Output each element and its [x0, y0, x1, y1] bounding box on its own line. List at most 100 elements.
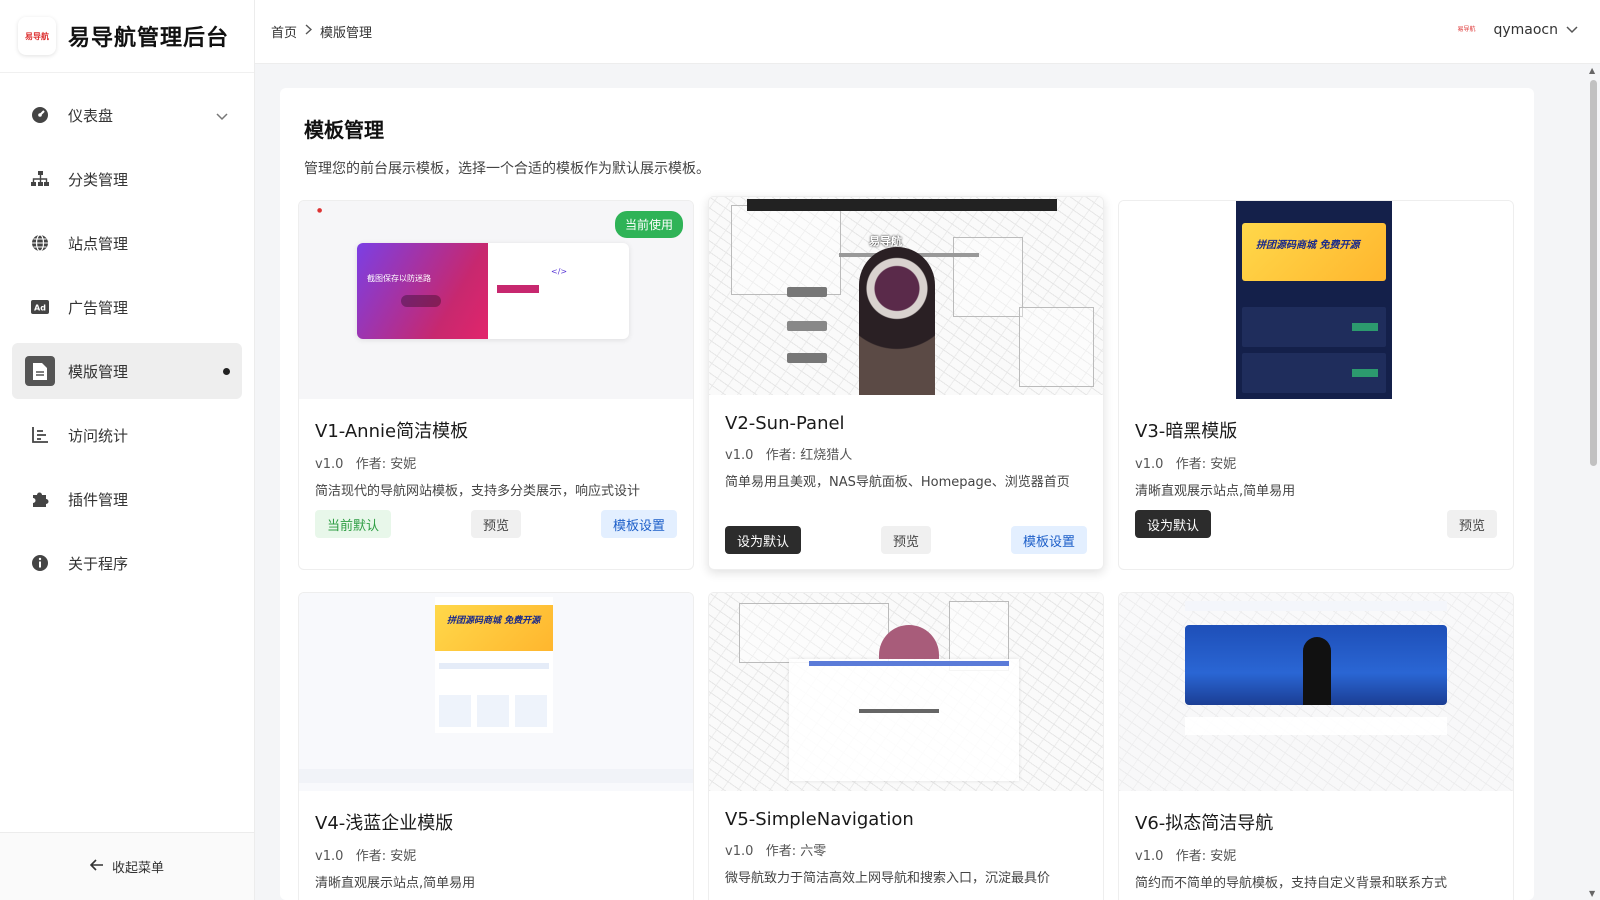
sidebar-item-label: 模版管理: [68, 362, 129, 381]
file-icon: [25, 356, 55, 386]
sidebar-item-label: 广告管理: [68, 298, 129, 317]
template-meta: v1.0 作者: 红烧猎人: [725, 444, 1087, 463]
template-author: 作者: 安妮: [355, 849, 417, 864]
thumb-overlay-window: [789, 659, 1019, 781]
chevron-down-icon: [1566, 22, 1578, 38]
code-icon: </>: [551, 267, 568, 276]
sidebar-item-label: 访问统计: [68, 426, 129, 445]
thumb-character: [859, 247, 935, 395]
set-default-button[interactable]: 设为默认: [725, 526, 802, 554]
thumb-frame: [1019, 307, 1094, 387]
template-author: 作者: 安妮: [355, 457, 417, 472]
dashboard-icon: [30, 105, 50, 125]
template-meta: v1.0 作者: 安妮: [315, 845, 677, 864]
active-dot: [223, 368, 230, 375]
breadcrumb-current: 模版管理: [320, 26, 373, 41]
scroll-down-icon[interactable]: ▼: [1589, 889, 1595, 898]
thumb-bottom-nav: [299, 769, 693, 783]
template-thumbnail[interactable]: 拼团源码商城 免费开源: [299, 593, 693, 791]
sidebar-item-stats[interactable]: 访问统计: [12, 407, 242, 463]
scroll-up-icon[interactable]: ▲: [1589, 66, 1595, 75]
sidebar-item-label: 插件管理: [68, 490, 129, 509]
sidebar-item-about[interactable]: 关于程序: [12, 535, 242, 591]
scroll-thumb[interactable]: [1590, 80, 1597, 466]
thumb-row: [439, 663, 549, 669]
brand-logo-text: 易导航: [25, 31, 49, 41]
template-version: v1.0: [725, 448, 754, 463]
top-header: 首页 模版管理 易导航 qymaocn: [255, 0, 1600, 64]
thumb-sky-banner: [1185, 625, 1447, 705]
template-thumbnail[interactable]: [709, 593, 1103, 791]
template-meta: v1.0 作者: 安妮: [1135, 845, 1497, 864]
sidebar-item-plugins[interactable]: 插件管理: [12, 471, 242, 527]
sidebar-item-label: 分类管理: [68, 170, 129, 189]
info-icon: [30, 553, 50, 573]
template-thumbnail[interactable]: ● 截图保存以防迷路 </> 当前使用: [299, 201, 693, 399]
sidebar-item-sites[interactable]: 站点管理: [12, 215, 242, 271]
sidebar-item-dashboard[interactable]: 仪表盘: [12, 87, 242, 143]
avatar: 易导航: [1457, 26, 1476, 33]
template-settings-button[interactable]: 模板设置: [600, 510, 677, 538]
template-actions: 当前默认 预览 模板设置: [315, 510, 677, 538]
thumb-tile: [477, 695, 509, 727]
template-card-v6: V6-拟态简洁导航 v1.0 作者: 安妮 简约而不简单的导航模板，支持自定义背…: [1118, 592, 1514, 900]
sidebar-item-label: 关于程序: [68, 554, 129, 573]
template-settings-button[interactable]: 模板设置: [1010, 526, 1087, 554]
sidebar: 易导航 易导航管理后台 仪表盘 分类管理 站点管理 Ad 广告管理 模版管理 访…: [0, 0, 255, 900]
template-card-v1: ● 截图保存以防迷路 </> 当前使用 V1-Annie简洁模板 v1.0 作者…: [298, 200, 694, 570]
sidebar-item-label: 仪表盘: [68, 106, 114, 125]
template-thumbnail[interactable]: 易导航: [709, 197, 1103, 395]
current-default-button[interactable]: 当前默认: [315, 510, 392, 538]
breadcrumb-home[interactable]: 首页: [271, 22, 297, 41]
thumb-yellow-banner: 拼团源码商城 免费开源: [435, 605, 553, 651]
brand-logo[interactable]: 易导航: [18, 17, 56, 55]
brand-title: 易导航管理后台: [68, 26, 230, 51]
page-scrollbar[interactable]: ▲ ▼: [1586, 64, 1600, 900]
thumb-banner-text: 拼团源码商城 免费开源: [1256, 240, 1360, 251]
thumb-row: [859, 709, 939, 713]
collapse-menu-button[interactable]: 收起菜单: [0, 832, 254, 900]
template-version: v1.0: [315, 457, 344, 472]
brand: 易导航 易导航管理后台: [0, 0, 254, 73]
set-default-button[interactable]: 设为默认: [1135, 510, 1212, 538]
thumb-banner-pill: [401, 295, 441, 307]
preview-button[interactable]: 预览: [1446, 510, 1497, 538]
template-meta: v1.0 作者: 安妮: [1135, 453, 1497, 472]
template-author: 作者: 六零: [765, 844, 827, 859]
template-thumbnail[interactable]: [1119, 593, 1513, 791]
template-thumbnail[interactable]: 拼团源码商城 免费开源: [1119, 201, 1513, 399]
template-description: 清晰直观展示站点,简单易用: [1135, 484, 1296, 499]
template-title: V1-Annie简洁模板: [315, 421, 469, 442]
preview-button[interactable]: 预览: [470, 510, 521, 538]
chart-icon: [30, 425, 50, 445]
thumb-gradient-banner: 截图保存以防迷路: [357, 243, 488, 339]
sidebar-item-templates[interactable]: 模版管理: [12, 343, 242, 399]
template-title: V2-Sun-Panel: [725, 413, 845, 434]
preview-button[interactable]: 预览: [880, 526, 931, 554]
thumb-top-bar: [1185, 601, 1447, 611]
template-title: V3-暗黑模版: [1135, 421, 1238, 442]
template-author: 作者: 安妮: [1175, 849, 1237, 864]
thumb-banner-text: 截图保存以防迷路: [367, 274, 431, 283]
user-name: qymaocn: [1493, 22, 1558, 38]
thumb-dark-page: 拼团源码商城 免费开源: [1236, 201, 1392, 399]
thumb-yellow-banner: 拼团源码商城 免费开源: [1242, 223, 1386, 281]
svg-text:Ad: Ad: [34, 304, 46, 313]
thumb-badge: [1352, 323, 1378, 331]
sidebar-item-ads[interactable]: Ad 广告管理: [12, 279, 242, 335]
template-author: 作者: 红烧猎人: [765, 448, 853, 463]
template-description: 简单易用且美观，NAS导航面板、Homepage、浏览器首页: [725, 475, 1070, 490]
thumb-badge: [1352, 369, 1378, 377]
template-actions: 设为默认 预览: [1135, 510, 1497, 538]
collapse-menu-label: 收起菜单: [111, 861, 164, 876]
sidebar-item-categories[interactable]: 分类管理: [12, 151, 242, 207]
template-version: v1.0: [725, 844, 754, 859]
thumb-tile: [515, 695, 547, 727]
thumb-row: [1185, 717, 1447, 735]
template-description: 清晰直观展示站点,简单易用: [315, 876, 476, 891]
thumb-top-bar: [747, 199, 1057, 211]
user-menu[interactable]: 易导航 qymaocn: [1457, 22, 1578, 38]
template-title: V5-SimpleNavigation: [725, 809, 914, 830]
thumb-site-card: [1242, 307, 1386, 347]
thumb-site-card: [1242, 353, 1386, 393]
